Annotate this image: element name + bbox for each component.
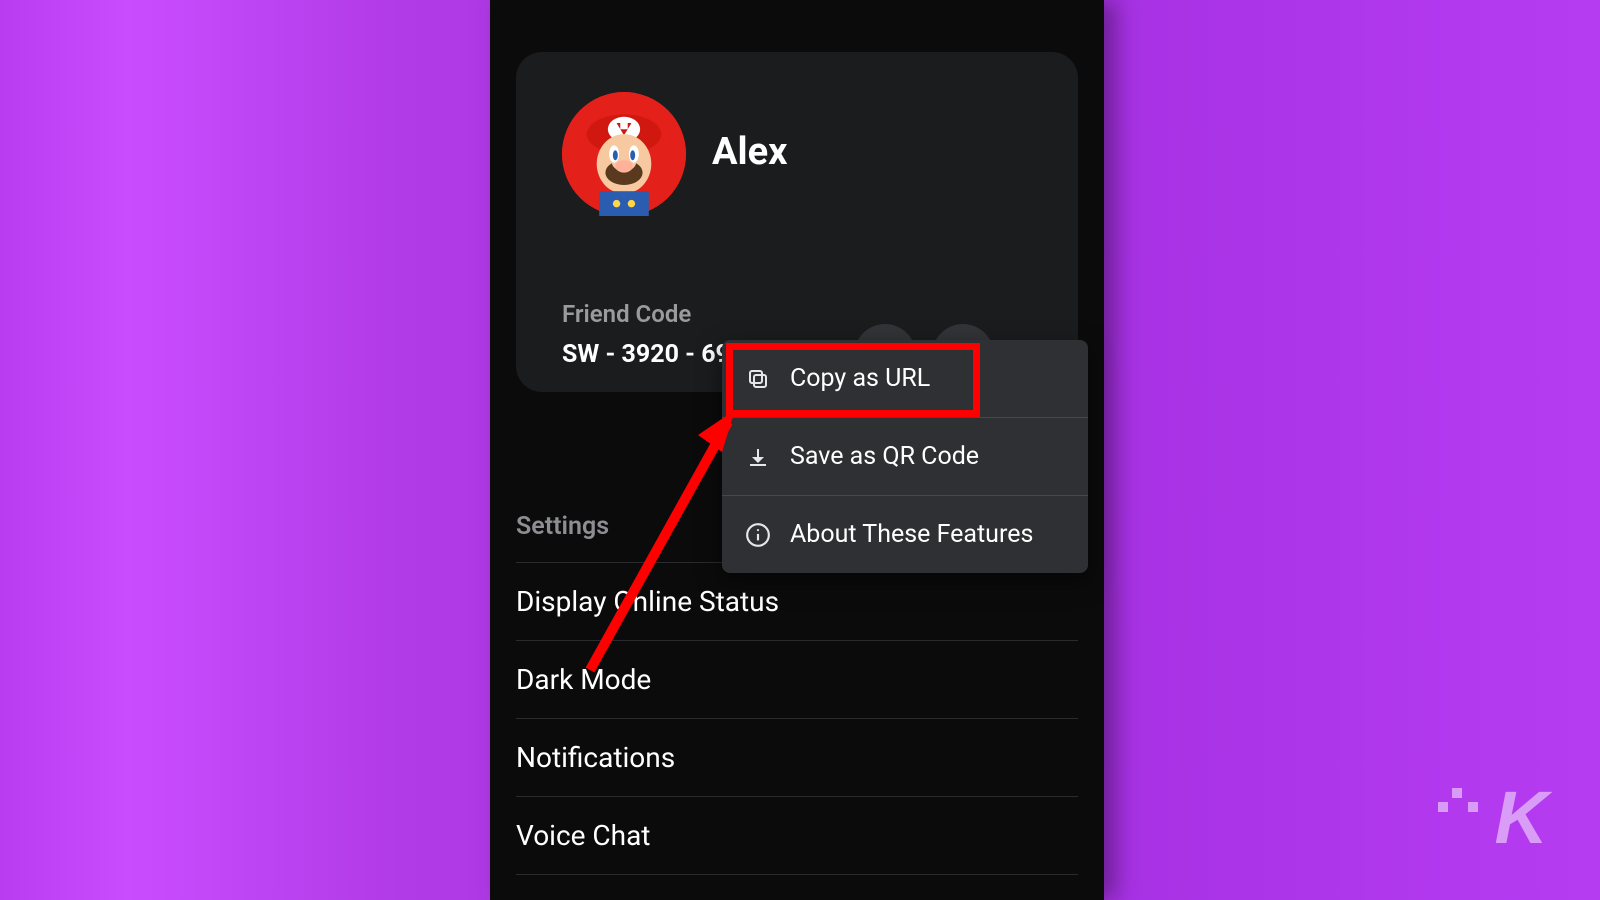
copy-icon [744, 365, 772, 393]
settings-item-voice-chat[interactable]: Voice Chat [516, 797, 1078, 875]
menu-item-copy-as-url[interactable]: Copy as URL [722, 340, 1088, 417]
avatar[interactable] [562, 92, 686, 216]
download-icon [744, 443, 772, 471]
context-menu: Copy as URL Save as QR Code [722, 340, 1088, 573]
username: Alex [712, 130, 787, 174]
settings-item-display-online-status[interactable]: Display Online Status [516, 562, 1078, 641]
settings-list: Display Online Status Dark Mode Notifica… [516, 562, 1078, 900]
settings-item-notifications[interactable]: Notifications [516, 719, 1078, 797]
background: Alex Friend Code SW - 3920 - 6904 - 1313… [0, 0, 1600, 900]
friend-code-label: Friend Code [562, 300, 691, 328]
settings-item-power-saving[interactable]: Power Saving [516, 875, 1078, 900]
menu-item-about-features[interactable]: About These Features [722, 495, 1088, 573]
menu-item-label: Copy as URL [790, 364, 930, 393]
app-panel: Alex Friend Code SW - 3920 - 6904 - 1313… [490, 0, 1104, 900]
menu-item-label: Save as QR Code [790, 442, 979, 471]
mario-avatar-icon [562, 92, 686, 216]
settings-header: Settings [516, 512, 609, 541]
watermark: K [1495, 775, 1548, 860]
settings-item-dark-mode[interactable]: Dark Mode [516, 641, 1078, 719]
menu-item-save-qr[interactable]: Save as QR Code [722, 417, 1088, 495]
info-icon [744, 521, 772, 549]
menu-item-label: About These Features [790, 520, 1033, 549]
